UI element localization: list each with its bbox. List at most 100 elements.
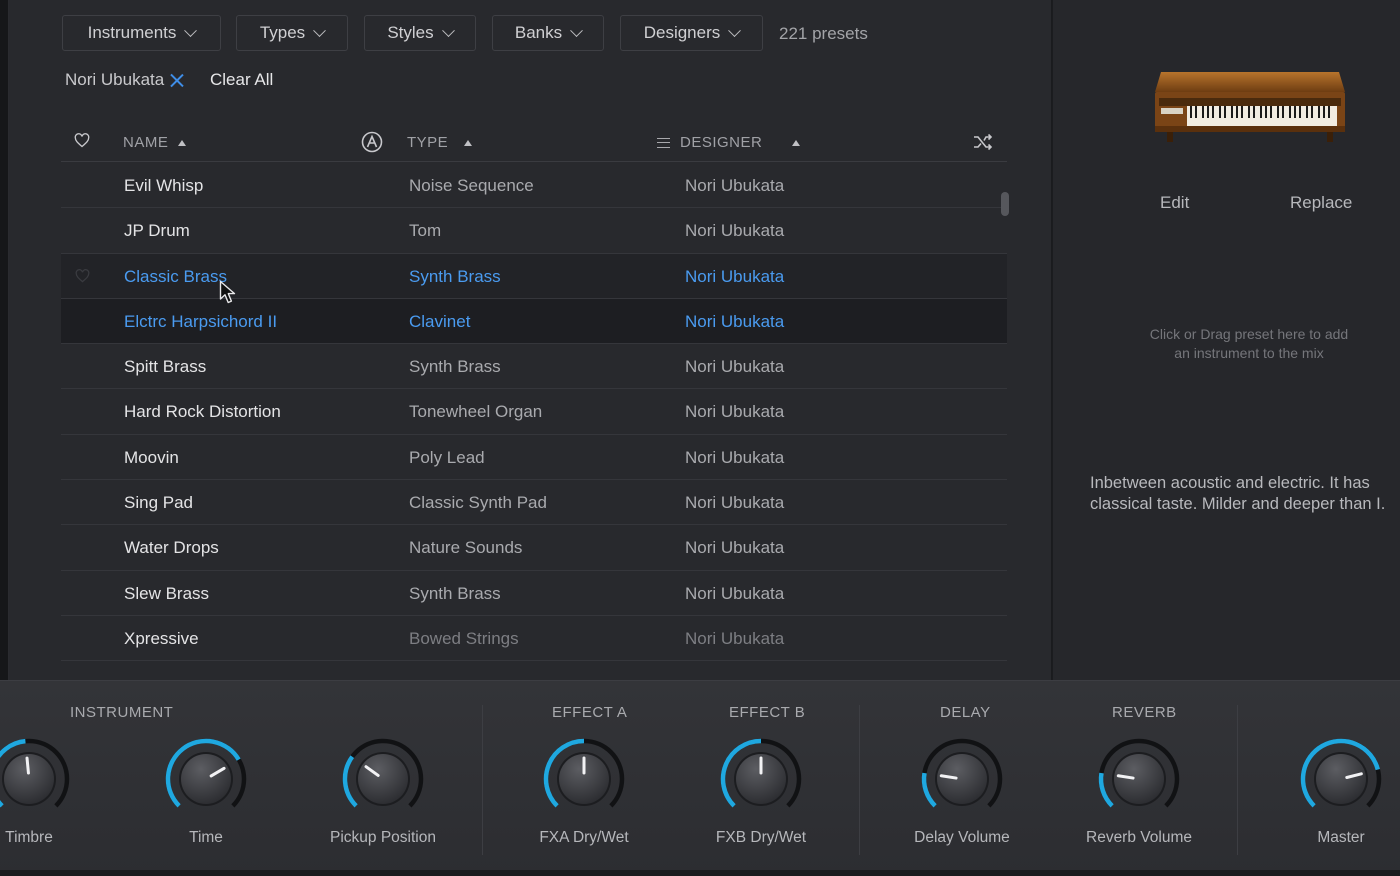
time-knob[interactable] xyxy=(164,737,248,821)
table-row[interactable]: Water Drops Nature Sounds Nori Ubukata xyxy=(61,525,1007,571)
table-row[interactable]: Elctrc Harpsichord II Clavinet Nori Ubuk… xyxy=(61,298,1007,345)
table-row[interactable]: Moovin Poly Lead Nori Ubukata xyxy=(61,435,1007,481)
pickup-position-knob[interactable] xyxy=(341,737,425,821)
table-row[interactable]: Classic Brass Synth Brass Nori Ubukata xyxy=(61,253,1007,299)
reverb-volume-knob[interactable] xyxy=(1097,737,1181,821)
clear-all-button[interactable]: Clear All xyxy=(210,70,273,90)
name-column-label: NAME xyxy=(123,134,169,151)
styles-filter-label: Styles xyxy=(387,23,434,42)
preset-name: JP Drum xyxy=(124,221,190,241)
table-row[interactable]: Sing Pad Classic Synth Pad Nori Ubukata xyxy=(61,480,1007,526)
styles-filter-dropdown[interactable]: Styles xyxy=(364,15,476,51)
mouse-pointer-icon xyxy=(219,280,236,304)
table-row[interactable]: Spitt Brass Synth Brass Nori Ubukata xyxy=(61,344,1007,390)
sort-ascending-icon xyxy=(464,139,473,146)
preset-designer: Nori Ubukata xyxy=(685,538,785,558)
section-divider xyxy=(859,705,860,855)
preset-type: Synth Brass xyxy=(409,583,501,603)
instrument-panel: Edit Replace Click or Drag preset here t… xyxy=(1053,0,1400,680)
table-row[interactable]: Evil Whisp Noise Sequence Nori Ubukata xyxy=(61,163,1007,209)
table-row[interactable]: JP Drum Tom Nori Ubukata xyxy=(61,208,1007,254)
preset-designer: Nori Ubukata xyxy=(685,176,785,195)
delay-volume-knob[interactable] xyxy=(920,737,1004,821)
active-filter-tag-label: Nori Ubukata xyxy=(65,70,165,89)
designer-column-header[interactable]: DESIGNER xyxy=(657,134,801,151)
fxb-dry-wet-knob[interactable] xyxy=(719,737,803,821)
preset-type: Bowed Strings xyxy=(409,628,519,648)
types-filter-dropdown[interactable]: Types xyxy=(236,15,348,51)
fxa-dry-wet-knob[interactable] xyxy=(542,737,626,821)
instrument-section-label: INSTRUMENT xyxy=(70,704,174,721)
timbre-knob[interactable] xyxy=(0,737,71,821)
preset-type: Nature Sounds xyxy=(409,538,523,558)
preset-type: Classic Synth Pad xyxy=(409,493,547,513)
list-scrollbar[interactable] xyxy=(1001,192,1009,216)
preset-type: Synth Brass xyxy=(409,357,501,377)
banks-filter-dropdown[interactable]: Banks xyxy=(492,15,604,51)
master-knob-label: Master xyxy=(1317,829,1365,846)
menu-icon[interactable] xyxy=(657,137,670,148)
harpsichord-instrument-image[interactable] xyxy=(1153,68,1347,146)
replace-button[interactable]: Replace xyxy=(1290,193,1352,213)
master-knob[interactable] xyxy=(1299,737,1383,821)
preset-name: Xpressive xyxy=(124,628,199,648)
effect-a-section-label: EFFECT A xyxy=(552,704,628,721)
preset-name: Evil Whisp xyxy=(124,176,204,195)
preset-name: Water Drops xyxy=(124,538,219,558)
edit-button[interactable]: Edit xyxy=(1160,193,1189,213)
favorite-heart-icon[interactable] xyxy=(75,268,90,288)
macro-controls-bar: INSTRUMENT EFFECT A EFFECT B DELAY REVER… xyxy=(0,680,1400,876)
table-row[interactable]: Xpressive Bowed Strings Nori Ubukata xyxy=(61,616,1007,662)
table-row[interactable]: Slew Brass Synth Brass Nori Ubukata xyxy=(61,571,1007,616)
preset-designer: Nori Ubukata xyxy=(685,402,785,422)
preset-name: Elctrc Harpsichord II xyxy=(124,311,278,331)
preset-name: Classic Brass xyxy=(124,266,227,286)
table-row[interactable]: Hard Rock Distortion Tonewheel Organ Nor… xyxy=(61,389,1007,435)
preset-name: Hard Rock Distortion xyxy=(124,402,281,422)
chevron-down-icon xyxy=(728,23,742,37)
preset-designer: Nori Ubukata xyxy=(685,628,785,648)
chevron-down-icon xyxy=(184,23,198,37)
fxa-dry-wet-knob-label: FXA Dry/Wet xyxy=(539,829,629,846)
preset-name: Spitt Brass xyxy=(124,357,207,377)
left-edge-strip xyxy=(0,0,9,680)
chevron-down-icon xyxy=(441,23,455,37)
reverb-section-label: REVERB xyxy=(1112,704,1177,721)
designers-filter-dropdown[interactable]: Designers xyxy=(620,15,763,51)
banks-filter-label: Banks xyxy=(514,23,563,42)
sort-ascending-icon xyxy=(178,139,187,146)
preset-description: Inbetween acoustic and electric. It has … xyxy=(1090,474,1386,513)
designer-column-label: DESIGNER xyxy=(680,134,763,151)
preset-designer: Nori Ubukata xyxy=(685,583,785,603)
preset-name: Slew Brass xyxy=(124,583,210,603)
preset-type: Poly Lead xyxy=(409,447,485,467)
preset-designer: Nori Ubukata xyxy=(685,266,785,286)
type-column-header[interactable]: TYPE xyxy=(407,134,473,151)
name-column-header[interactable]: NAME xyxy=(123,134,187,151)
favorites-column-heart-icon[interactable] xyxy=(74,133,90,148)
preset-type: Clavinet xyxy=(409,311,471,331)
preset-type: Synth Brass xyxy=(409,266,501,286)
designers-filter-label: Designers xyxy=(643,23,721,42)
section-divider xyxy=(482,705,483,855)
instruments-filter-label: Instruments xyxy=(87,23,177,42)
preset-table-header: NAME TYPE DESIGNER xyxy=(61,124,1007,162)
preset-browser: Instruments Types Styles Banks Designers… xyxy=(9,0,1052,680)
time-knob-label: Time xyxy=(189,829,223,846)
chevron-down-icon xyxy=(313,23,327,37)
remove-filter-close-icon[interactable] xyxy=(170,73,184,87)
preset-type: Noise Sequence xyxy=(409,176,534,195)
type-column-label: TYPE xyxy=(407,134,449,151)
active-filter-tag: Nori Ubukata xyxy=(65,70,184,90)
preset-designer: Nori Ubukata xyxy=(685,221,785,241)
types-filter-label: Types xyxy=(259,23,306,42)
arturia-logo-icon[interactable] xyxy=(361,131,383,153)
instruments-filter-dropdown[interactable]: Instruments xyxy=(62,15,221,51)
drop-zone-hint[interactable]: Click or Drag preset here to add an inst… xyxy=(1149,325,1349,363)
bottom-edge-strip xyxy=(0,870,1400,876)
chevron-down-icon xyxy=(570,23,583,37)
section-divider xyxy=(1237,705,1238,855)
table-row[interactable] xyxy=(61,661,1007,680)
shuffle-icon[interactable] xyxy=(973,133,993,151)
preset-type: Tonewheel Organ xyxy=(409,402,543,422)
